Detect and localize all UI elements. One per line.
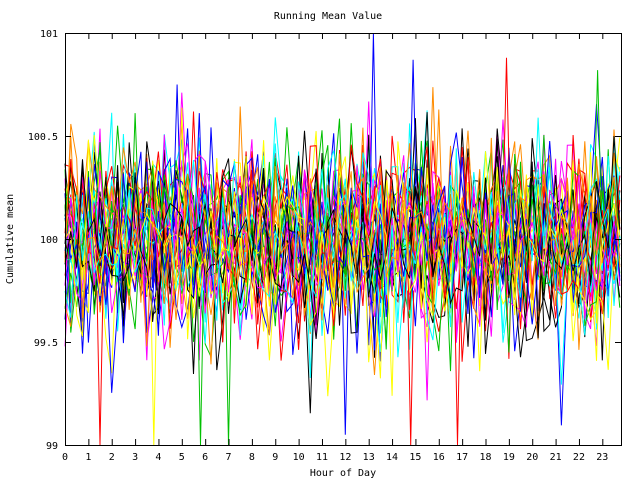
x-tick-label: 6 [202, 452, 208, 463]
x-tick-label: 13 [363, 452, 375, 463]
y-tick-label: 100 [40, 235, 58, 246]
x-axis-label: Hour of Day [310, 468, 376, 479]
x-tick-label: 20 [526, 452, 538, 463]
y-tick-label: 99.5 [34, 338, 58, 349]
x-tick-label: 14 [386, 452, 398, 463]
spike-point [96, 290, 104, 446]
x-tick-label: 3 [132, 452, 138, 463]
x-tick-label: 18 [479, 452, 491, 463]
x-tick-label: 22 [573, 452, 585, 463]
y-tick-label: 99 [46, 441, 58, 452]
x-tick-label: 2 [109, 452, 115, 463]
x-tick-label: 23 [596, 452, 608, 463]
x-tick-label: 7 [226, 452, 232, 463]
x-tick-label: 8 [249, 452, 255, 463]
chart-title: Running Mean Value [274, 11, 382, 22]
x-tick-label: 12 [339, 452, 351, 463]
x-tick-label: 4 [155, 452, 161, 463]
x-tick-label: 21 [550, 452, 562, 463]
y-axis-label: Cumulative mean [5, 194, 16, 284]
x-tick-label: 9 [272, 452, 278, 463]
x-tick-label: 19 [503, 452, 515, 463]
y-tick-label: 100.5 [28, 132, 58, 143]
x-tick-label: 5 [179, 452, 185, 463]
series-layer [64, 32, 621, 446]
running-mean-chart: Running Mean Value 9999.5100100.5101 012… [5, 11, 622, 479]
spike-point [503, 57, 510, 188]
x-tick-label: 17 [456, 452, 468, 463]
spike-point [369, 32, 377, 188]
x-tick-label: 16 [433, 452, 445, 463]
spike-point [407, 290, 415, 446]
x-tick-label: 10 [293, 452, 305, 463]
x-tick-label: 15 [409, 452, 421, 463]
x-tick-label: 0 [62, 452, 68, 463]
x-tick-label: 1 [85, 452, 91, 463]
x-tick-label: 11 [316, 452, 328, 463]
y-tick-label: 101 [40, 29, 58, 40]
